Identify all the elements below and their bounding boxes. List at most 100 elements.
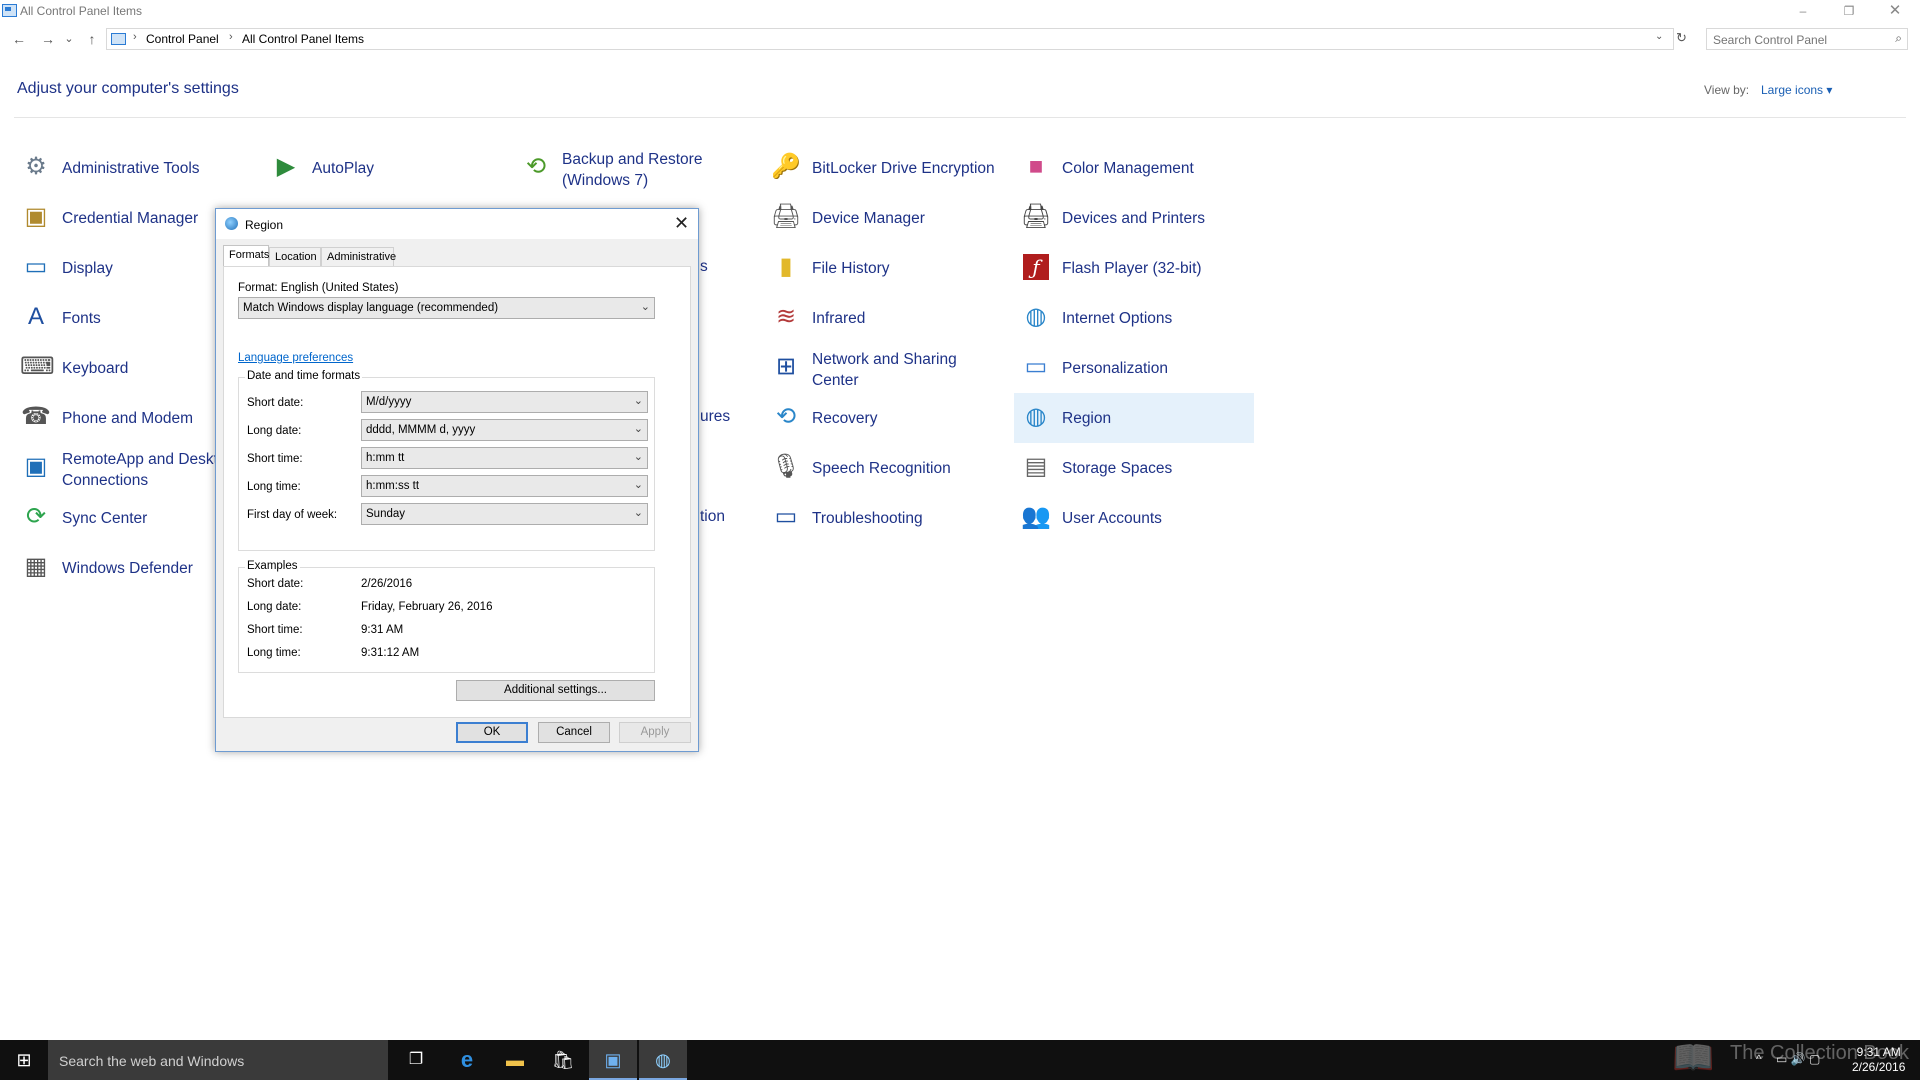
partial-item-label[interactable]: s: [700, 258, 708, 276]
search-icon[interactable]: ⌕: [1895, 31, 1902, 46]
tab-location[interactable]: Location: [269, 247, 321, 267]
view-by-dropdown[interactable]: Large icons ▾: [1761, 83, 1832, 97]
maximize-button[interactable]: ❐: [1826, 0, 1872, 22]
item-infrared[interactable]: ≋ Infrared: [764, 296, 1004, 340]
address-dropdown-icon[interactable]: ⌄: [1655, 31, 1663, 42]
storage-spaces-icon: ▤: [1024, 453, 1048, 480]
item-label: Devices and Printers: [1062, 210, 1206, 227]
taskbar-search-placeholder: Search the web and Windows: [59, 1053, 245, 1069]
chevron-down-icon: ⌄: [633, 451, 643, 463]
item-backup-restore[interactable]: ⟲ Backup and Restore (Windows 7): [514, 146, 754, 190]
ok-button[interactable]: OK: [456, 722, 528, 743]
breadcrumb-all-items[interactable]: All Control Panel Items: [242, 32, 364, 46]
item-network-sharing[interactable]: ⊞ Network and Sharing Center: [764, 346, 1004, 390]
infrared-icon: ≋: [775, 303, 797, 330]
recent-locations-button[interactable]: ⌄: [62, 29, 76, 49]
group-title: Examples: [245, 560, 300, 572]
breadcrumb-control-panel[interactable]: Control Panel: [146, 32, 219, 46]
additional-settings-button[interactable]: Additional settings...: [456, 680, 655, 701]
example-label: Long time:: [247, 647, 301, 659]
item-label: BitLocker Drive Encryption: [812, 160, 995, 177]
item-user-accounts[interactable]: 👥 User Accounts: [1014, 496, 1254, 540]
forward-button[interactable]: →: [38, 29, 58, 49]
item-label: Administrative Tools: [62, 160, 200, 177]
short-time-value: h:mm tt: [366, 452, 405, 464]
minimize-button[interactable]: –: [1780, 0, 1826, 22]
close-button[interactable]: ✕: [1872, 0, 1918, 22]
item-storage-spaces[interactable]: ▤ Storage Spaces: [1014, 446, 1254, 490]
tab-administrative[interactable]: Administrative: [321, 247, 396, 267]
task-view-icon[interactable]: ❐: [392, 1040, 440, 1080]
search-box[interactable]: ⌕: [1706, 28, 1908, 50]
item-color-management[interactable]: ■ Color Management: [1014, 146, 1254, 190]
first-day-label: First day of week:: [247, 509, 338, 521]
item-devices-printers[interactable]: 🖨 Devices and Printers: [1014, 196, 1254, 240]
window-title: All Control Panel Items: [20, 4, 143, 18]
navigation-bar: ← → ⌄ ↑ › Control Panel › All Control Pa…: [0, 26, 1920, 52]
item-bitlocker[interactable]: 🔑 BitLocker Drive Encryption: [764, 146, 1004, 190]
item-administrative-tools[interactable]: ⚙ Administrative Tools: [14, 146, 254, 190]
display-icon: ▭: [24, 253, 48, 280]
partial-item-label[interactable]: ures: [700, 408, 730, 426]
dialog-title-bar[interactable]: Region ✕: [216, 209, 698, 239]
back-button[interactable]: ←: [9, 29, 29, 49]
region-globe-icon: [225, 217, 238, 230]
item-region[interactable]: ◍ Region: [1014, 393, 1254, 443]
remoteapp-icon: ▣: [24, 453, 48, 480]
globe-clock-icon: ◍: [1025, 403, 1047, 430]
item-flash-player[interactable]: ƒ Flash Player (32-bit): [1014, 246, 1254, 290]
up-button[interactable]: ↑: [82, 29, 102, 49]
control-panel-icon[interactable]: ▣: [589, 1040, 637, 1080]
chevron-down-icon: ⌄: [633, 395, 643, 407]
region-icon[interactable]: ◍: [639, 1040, 687, 1080]
cancel-button[interactable]: Cancel: [538, 722, 610, 743]
item-device-manager[interactable]: 🖨 Device Manager: [764, 196, 1004, 240]
item-label: Storage Spaces: [1062, 460, 1173, 477]
taskbar: ⊞ Search the web and Windows ❐ e ▬ 🛍 ▣ ◍…: [0, 1040, 1920, 1080]
edge-icon[interactable]: e: [443, 1040, 491, 1080]
item-speech-recognition[interactable]: 🎙 Speech Recognition: [764, 446, 1004, 490]
item-label: Personalization: [1062, 360, 1168, 377]
item-label: Flash Player (32-bit): [1062, 260, 1202, 277]
item-autoplay[interactable]: ▶ AutoPlay: [264, 146, 504, 190]
tab-formats[interactable]: Formats: [223, 245, 269, 267]
item-personalization[interactable]: ▭ Personalization: [1014, 346, 1254, 390]
first-day-select[interactable]: Sunday ⌄: [361, 503, 648, 525]
device-manager-icon: 🖨: [770, 203, 802, 230]
item-label: Color Management: [1062, 160, 1194, 177]
long-time-value: h:mm:ss tt: [366, 480, 420, 492]
item-label: User Accounts: [1062, 510, 1162, 527]
short-time-select[interactable]: h:mm tt ⌄: [361, 447, 648, 469]
flash-player-icon: ƒ: [1023, 254, 1049, 280]
network-icon: ⊞: [775, 353, 797, 380]
short-date-select[interactable]: M/d/yyyy ⌄: [361, 391, 648, 413]
file-explorer-icon[interactable]: ▬: [491, 1040, 539, 1080]
view-by-label: View by:: [1704, 83, 1750, 97]
partial-item-label[interactable]: tion: [700, 508, 725, 526]
printer-icon: 🖨: [1020, 203, 1052, 230]
language-preferences-link[interactable]: Language preferences: [238, 352, 353, 364]
item-internet-options[interactable]: ◍ Internet Options: [1014, 296, 1254, 340]
address-bar[interactable]: › Control Panel › All Control Panel Item…: [106, 28, 1674, 50]
keyboard-icon: ⌨: [20, 353, 55, 380]
long-time-select[interactable]: h:mm:ss tt ⌄: [361, 475, 648, 497]
item-file-history[interactable]: ▮ File History: [764, 246, 1004, 290]
user-accounts-icon: 👥: [1021, 503, 1051, 530]
example-label: Short time:: [247, 624, 303, 636]
short-time-label: Short time:: [247, 453, 303, 465]
apply-button[interactable]: Apply: [619, 722, 691, 743]
key-icon: 🔑: [771, 153, 801, 180]
search-input[interactable]: [1713, 32, 1883, 47]
dialog-close-button[interactable]: ✕: [674, 213, 689, 234]
store-icon[interactable]: 🛍: [539, 1040, 587, 1080]
start-button[interactable]: ⊞: [0, 1040, 48, 1080]
refresh-button[interactable]: ↻: [1676, 30, 1687, 46]
datetime-formats-group: Date and time formats Short date: M/d/yy…: [238, 370, 655, 551]
watermark: The Collection Book: [1730, 1042, 1909, 1064]
item-troubleshooting[interactable]: ▭ Troubleshooting: [764, 496, 1004, 540]
taskbar-search[interactable]: Search the web and Windows: [48, 1040, 388, 1080]
long-date-select[interactable]: dddd, MMMM d, yyyy ⌄: [361, 419, 648, 441]
format-select[interactable]: Match Windows display language (recommen…: [238, 297, 655, 319]
item-recovery[interactable]: ⟲ Recovery: [764, 396, 1004, 440]
dialog-title: Region: [245, 218, 284, 232]
